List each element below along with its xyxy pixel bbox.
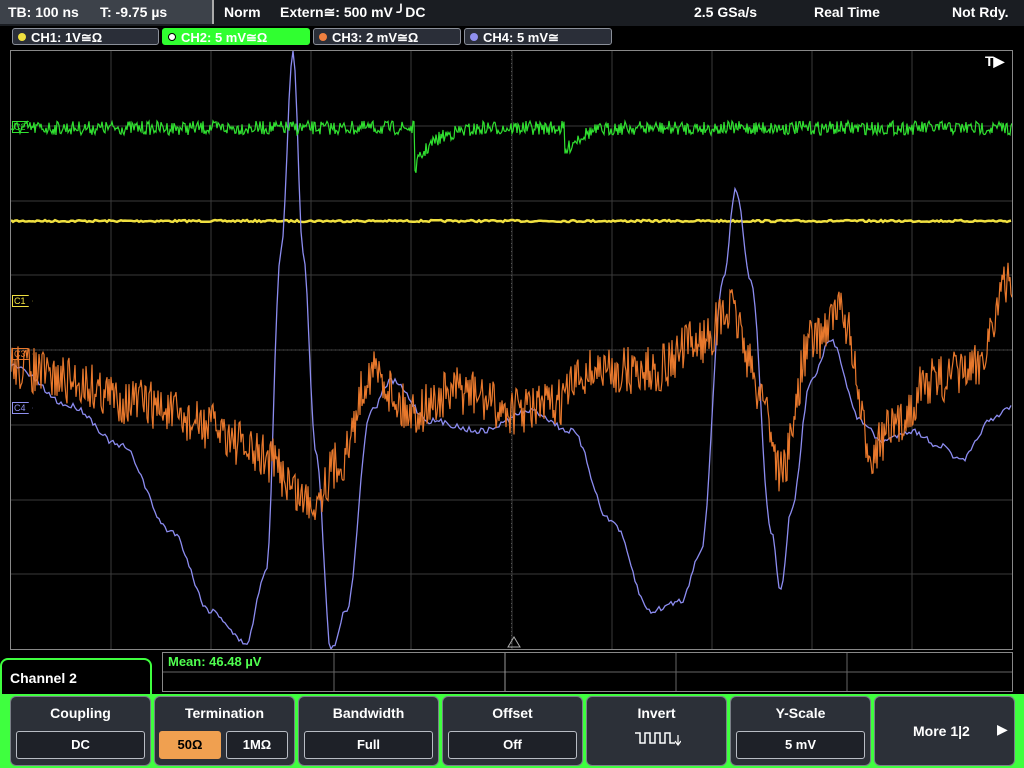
bandwidth-value[interactable]: Full bbox=[304, 731, 433, 759]
marker-label: C4 bbox=[14, 403, 26, 413]
offset-value[interactable]: Off bbox=[448, 731, 577, 759]
trigger-time-readout: T: -9.75 µs bbox=[100, 4, 168, 20]
ch2-color-dot bbox=[168, 33, 176, 41]
softkey-title: Coupling bbox=[50, 705, 111, 721]
waveform-svg bbox=[11, 51, 1012, 649]
menu-title-tab: Channel 2 bbox=[0, 658, 152, 698]
coupling-value[interactable]: DC bbox=[16, 731, 145, 759]
trigger-source[interactable]: Extern≅: 500 mV ╯DC bbox=[280, 0, 425, 24]
ch1-offset-marker[interactable]: C1 bbox=[12, 295, 33, 307]
mean-measurement: Mean: 46.48 µV bbox=[168, 654, 262, 669]
more-label: More 1|2 bbox=[913, 723, 970, 739]
channel-tab-label: CH3: 2 mV≅Ω bbox=[332, 30, 419, 45]
marker-label: C2 bbox=[14, 122, 26, 132]
invert-waveform-icon bbox=[635, 732, 681, 746]
ch3-color-dot bbox=[319, 33, 327, 41]
channel-bar: CH1: 1V≅Ω CH2: 5 mV≅Ω CH3: 2 mV≅Ω CH4: 5… bbox=[0, 26, 1024, 48]
trigger-mode[interactable]: Norm bbox=[224, 0, 261, 24]
channel-tab-ch1[interactable]: CH1: 1V≅Ω bbox=[12, 28, 159, 45]
channel-tab-label: CH4: 5 mV≅ bbox=[483, 30, 559, 45]
invert-softkey[interactable]: Invert bbox=[586, 696, 727, 766]
acquisition-mode: Real Time bbox=[814, 4, 880, 20]
ch1-color-dot bbox=[18, 33, 26, 41]
softkey-title: Y-Scale bbox=[775, 705, 826, 721]
chevron-right-icon: ▶ bbox=[997, 721, 1008, 737]
termination-50ohm-option[interactable]: 50Ω bbox=[159, 731, 221, 759]
marker-label: C1 bbox=[14, 296, 26, 306]
timebase-readout: TB: 100 ns bbox=[8, 4, 79, 20]
channel-tab-label: CH2: 5 mV≅Ω bbox=[181, 30, 268, 45]
termination-1mohm-option[interactable]: 1MΩ bbox=[226, 731, 288, 759]
channel-tab-ch2[interactable]: CH2: 5 mV≅Ω bbox=[162, 28, 310, 45]
menu-title: Channel 2 bbox=[10, 670, 77, 686]
trigger-position-marker bbox=[507, 636, 521, 648]
termination-softkey[interactable]: Termination 50Ω 1MΩ bbox=[154, 696, 295, 766]
timebase-box[interactable]: TB: 100 ns T: -9.75 µs bbox=[0, 0, 214, 24]
yscale-value[interactable]: 5 mV bbox=[736, 731, 865, 759]
ch4-offset-marker[interactable]: C4 bbox=[12, 402, 33, 414]
trigger-marker[interactable]: T▶ bbox=[985, 53, 1004, 70]
softkey-title: Bandwidth bbox=[332, 705, 405, 721]
graticule bbox=[11, 51, 1012, 649]
trace-ch1 bbox=[11, 218, 1012, 224]
softkey-title: Termination bbox=[184, 705, 265, 721]
measurement-panel: Mean: 46.48 µV bbox=[162, 652, 1013, 692]
measurement-grid bbox=[163, 653, 1012, 691]
ready-status: Not Rdy. bbox=[952, 4, 1009, 20]
ch4-color-dot bbox=[470, 33, 478, 41]
softkey-title: Offset bbox=[492, 705, 533, 721]
ch3-offset-marker[interactable]: C3 bbox=[12, 348, 33, 360]
more-softkey[interactable]: More 1|2 ▶ bbox=[874, 696, 1015, 766]
softkey-title: Invert bbox=[637, 705, 676, 721]
yscale-softkey[interactable]: Y-Scale 5 mV bbox=[730, 696, 871, 766]
marker-label: C3 bbox=[14, 349, 26, 359]
ch2-offset-marker[interactable]: C2 bbox=[12, 121, 33, 133]
channel-tab-ch3[interactable]: CH3: 2 mV≅Ω bbox=[313, 28, 461, 45]
bandwidth-softkey[interactable]: Bandwidth Full bbox=[298, 696, 439, 766]
sample-rate: 2.5 GSa/s bbox=[694, 4, 758, 20]
offset-softkey[interactable]: Offset Off bbox=[442, 696, 583, 766]
channel-tab-label: CH1: 1V≅Ω bbox=[31, 30, 103, 45]
waveform-display[interactable]: C1 C2 C3 C4 T▶ bbox=[10, 50, 1013, 650]
channel-tab-ch4[interactable]: CH4: 5 mV≅ bbox=[464, 28, 612, 45]
status-bar: TB: 100 ns T: -9.75 µs Norm Extern≅: 500… bbox=[0, 0, 1024, 26]
coupling-softkey[interactable]: Coupling DC bbox=[10, 696, 151, 766]
